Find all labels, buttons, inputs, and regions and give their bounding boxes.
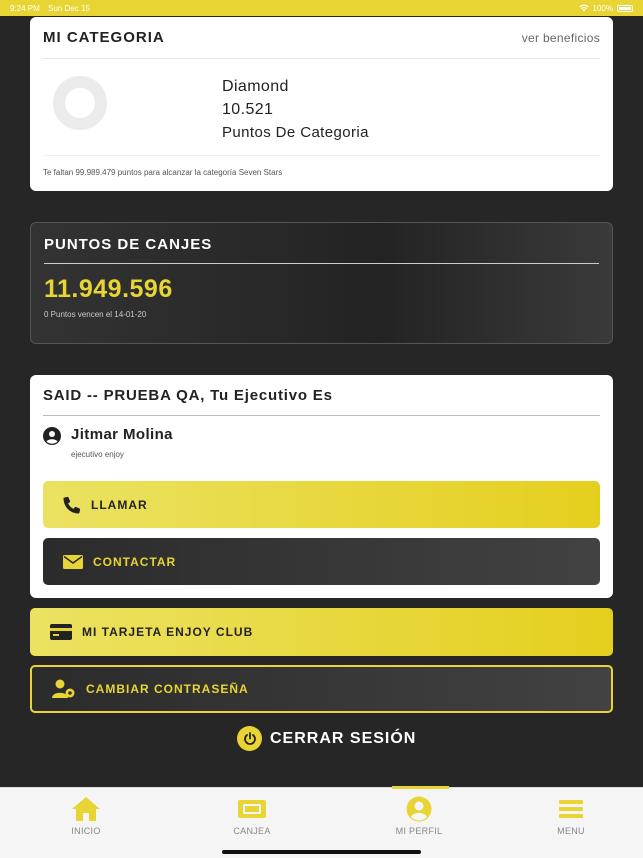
credit-card-icon xyxy=(50,624,72,640)
enjoy-club-card-label: MI TARJETA ENJOY CLUB xyxy=(82,625,254,639)
tab-mi-perfil-label: MI PERFIL xyxy=(395,826,443,836)
menu-icon xyxy=(559,800,583,818)
redeem-points-card: PUNTOS DE CANJES 11.949.596 0 Puntos ven… xyxy=(30,222,613,344)
tab-canjea-label: CANJEA xyxy=(233,826,271,836)
status-date: Sun Dec 15 xyxy=(48,3,90,13)
category-note: Te faltan 99.989.479 puntos para alcanza… xyxy=(43,155,600,177)
redeem-divider xyxy=(44,263,599,264)
tab-inicio[interactable]: INICIO xyxy=(36,796,136,836)
call-button[interactable]: LLAMAR xyxy=(43,481,600,528)
active-tab-indicator xyxy=(392,786,449,789)
category-header: MI CATEGORIA ver beneficios xyxy=(43,17,600,59)
tab-mi-perfil[interactable]: MI PERFIL xyxy=(369,796,469,836)
category-points-label: Puntos De Categoria xyxy=(222,124,369,141)
phone-icon xyxy=(63,496,81,514)
executive-title: SAID -- PRUEBA QA, Tu Ejecutivo Es xyxy=(43,387,333,404)
power-icon xyxy=(237,726,262,751)
executive-role: ejecutivo enjoy xyxy=(71,450,124,459)
status-time: 9:24 PM xyxy=(10,3,40,13)
category-name: Diamond xyxy=(222,78,289,95)
category-title: MI CATEGORIA xyxy=(43,29,165,46)
contact-button[interactable]: CONTACTAR xyxy=(43,538,600,585)
executive-name: Jitmar Molina xyxy=(71,426,173,443)
redeem-title: PUNTOS DE CANJES xyxy=(44,236,213,253)
redeem-expiry: 0 Puntos vencen el 14-01-20 xyxy=(44,310,147,319)
tab-menu-label: MENU xyxy=(557,826,585,836)
battery-percent: 100% xyxy=(592,3,613,13)
category-info: Diamond 10.521 Puntos De Categoria xyxy=(222,78,369,146)
bottom-tab-bar: INICIO CANJEA MI PERFIL MENU xyxy=(0,786,643,858)
battery-icon xyxy=(617,4,633,12)
benefits-link[interactable]: ver beneficios xyxy=(522,31,600,45)
logout-label: CERRAR SESIÓN xyxy=(270,729,417,747)
logout-button[interactable]: CERRAR SESIÓN xyxy=(237,726,416,751)
change-password-button[interactable]: CAMBIAR CONTRASEÑA xyxy=(30,665,613,713)
status-bar: 9:24 PM Sun Dec 15 100% xyxy=(0,0,643,16)
change-password-label: CAMBIAR CONTRASEÑA xyxy=(86,682,249,696)
person-icon xyxy=(43,427,61,445)
category-card: MI CATEGORIA ver beneficios Diamond 10.5… xyxy=(30,17,613,191)
user-gear-icon xyxy=(52,679,75,698)
call-label: LLAMAR xyxy=(91,497,148,512)
category-points: 10.521 xyxy=(222,101,274,118)
home-icon xyxy=(72,797,100,821)
home-indicator xyxy=(222,850,421,854)
category-progress-donut xyxy=(53,76,107,130)
envelope-icon xyxy=(63,554,83,569)
wifi-icon xyxy=(578,4,589,12)
tab-canjea[interactable]: CANJEA xyxy=(202,796,302,836)
executive-divider xyxy=(43,415,600,416)
executive-card: SAID -- PRUEBA QA, Tu Ejecutivo Es Jitma… xyxy=(30,375,613,598)
profile-icon xyxy=(406,796,432,822)
enjoy-club-card-button[interactable]: MI TARJETA ENJOY CLUB xyxy=(30,608,613,656)
redeem-points: 11.949.596 xyxy=(44,275,173,303)
tab-inicio-label: INICIO xyxy=(71,826,101,836)
contact-label: CONTACTAR xyxy=(93,554,177,569)
ticket-icon xyxy=(238,800,266,818)
tab-menu[interactable]: MENU xyxy=(521,796,621,836)
